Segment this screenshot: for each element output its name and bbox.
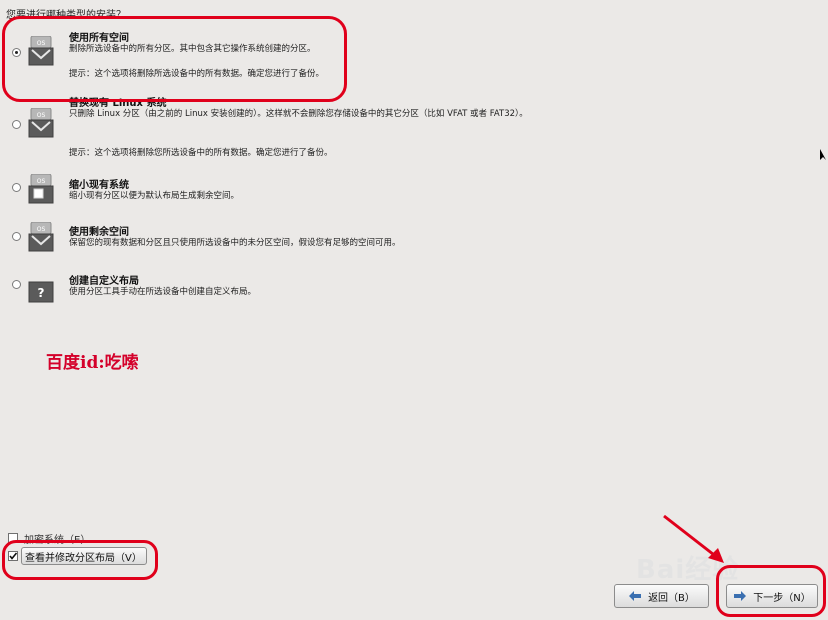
option-description: 缩小现有分区以便为默认布局生成剩余空间。 <box>69 191 240 201</box>
annotation-highlight-checkbox <box>2 540 158 580</box>
option-use-free-space[interactable]: OS 使用剩余空间 保留您的现有数据和分区且只使用所选设备中的未分区空间，假设您… <box>0 220 600 260</box>
option-shrink-system[interactable]: OS 缩小现有系统 缩小现有分区以便为默认布局生成剩余空间。 <box>0 172 600 212</box>
option-radio[interactable] <box>12 280 21 289</box>
question-disk-icon: ? <box>28 281 54 303</box>
option-note: 提示：这个选项将删除您所选设备中的所有数据。确定您进行了备份。 <box>69 148 333 158</box>
svg-text:OS: OS <box>37 112 46 119</box>
annotation-highlight-next <box>716 565 826 617</box>
back-button-label: 返回（B） <box>648 592 695 604</box>
back-arrow-icon <box>629 591 642 601</box>
annotation-arrow-icon <box>663 514 724 563</box>
baidu-id-watermark: 百度id:吃嗦 <box>46 353 139 373</box>
svg-text:OS: OS <box>37 178 46 185</box>
option-custom-layout[interactable]: ? 创建自定义布局 使用分区工具手动在所选设备中创建自定义布局。 <box>0 268 600 308</box>
option-radio[interactable] <box>12 183 21 192</box>
option-radio[interactable] <box>12 120 21 129</box>
svg-text:OS: OS <box>37 226 46 233</box>
option-description: 只删除 Linux 分区（由之前的 Linux 安装创建的）。这样就不会删除您存… <box>69 109 528 119</box>
svg-text:?: ? <box>38 286 45 300</box>
mouse-cursor-icon <box>820 149 826 160</box>
option-description: 使用分区工具手动在所选设备中创建自定义布局。 <box>69 287 257 297</box>
back-button[interactable]: 返回（B） <box>614 584 709 608</box>
os-disk-icon: OS <box>28 108 54 138</box>
option-replace-linux[interactable]: OS 替换现有 Linux 系统 只删除 Linux 分区（由之前的 Linux… <box>0 92 600 162</box>
os-disk-icon: OS <box>28 222 54 252</box>
annotation-highlight-option <box>2 16 347 102</box>
shrink-disk-icon: OS <box>28 174 54 204</box>
option-radio[interactable] <box>12 232 21 241</box>
option-description: 保留您的现有数据和分区且只使用所选设备中的未分区空间，假设您有足够的空间可用。 <box>69 238 401 248</box>
